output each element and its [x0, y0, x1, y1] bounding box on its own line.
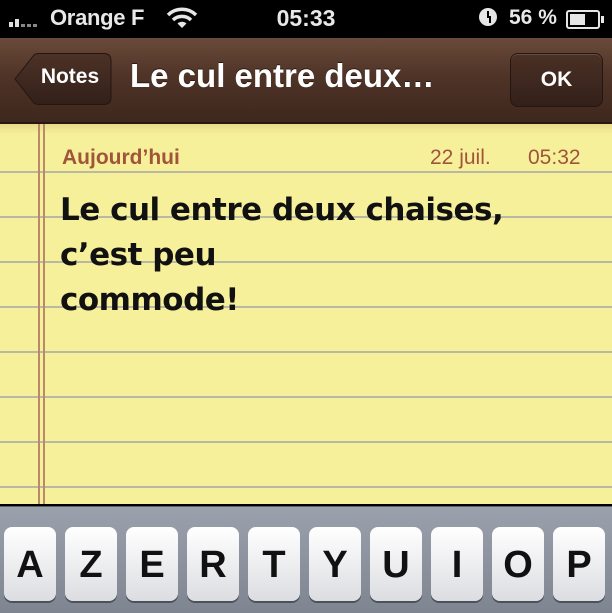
key-i[interactable]: I	[431, 527, 483, 601]
note-text-area[interactable]: Le cul entre deux chaises, c’est peu com…	[60, 188, 590, 323]
key-a[interactable]: A	[4, 527, 56, 601]
note-time: 05:32	[528, 146, 581, 169]
margin-line	[38, 124, 40, 504]
note-date: 22 juil.	[430, 146, 491, 169]
key-y[interactable]: Y	[309, 527, 361, 601]
key-t[interactable]: T	[248, 527, 300, 601]
back-button-label: Notes	[40, 65, 100, 88]
keyboard: A Z E R T Y U I O P	[0, 506, 612, 613]
back-to-notes-button[interactable]: Notes	[14, 53, 112, 105]
note-date-label: Aujourd’hui	[62, 146, 180, 169]
key-z[interactable]: Z	[65, 527, 117, 601]
margin-line	[43, 124, 45, 504]
battery-percent: 56 %	[509, 6, 557, 29]
status-bar: Orange F 05:33 56 %	[0, 0, 612, 38]
key-u[interactable]: U	[370, 527, 422, 601]
note-text-line: commode!	[60, 282, 239, 318]
key-o[interactable]: O	[492, 527, 544, 601]
note-title: Le cul entre deux…	[130, 57, 435, 94]
key-e[interactable]: E	[126, 527, 178, 601]
navigation-bar: Notes Le cul entre deux… OK	[0, 38, 612, 124]
ok-button[interactable]: OK	[510, 53, 603, 107]
key-p[interactable]: P	[553, 527, 605, 601]
battery-charging-icon	[566, 10, 604, 29]
alarm-clock-icon	[479, 8, 497, 26]
key-r[interactable]: R	[187, 527, 239, 601]
note-text-line: Le cul entre deux chaises, c’est peu	[60, 192, 504, 273]
